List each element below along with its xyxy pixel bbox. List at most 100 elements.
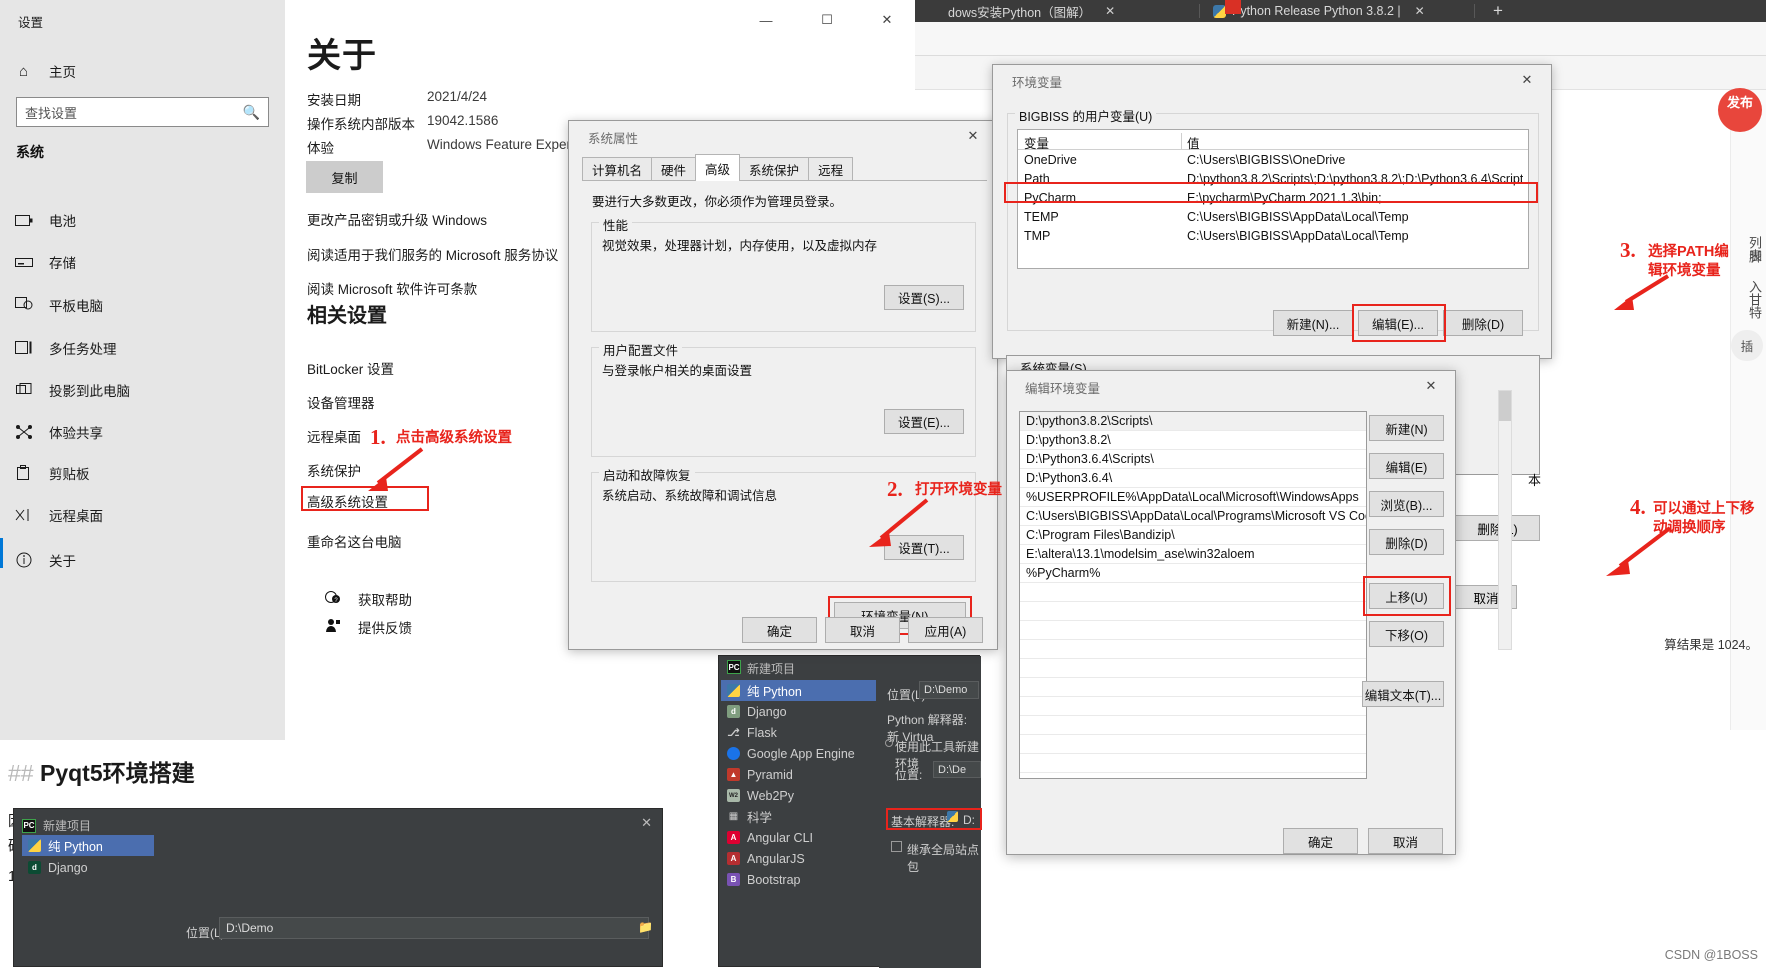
- feedback-link[interactable]: 提供反馈: [325, 617, 412, 637]
- gae-icon: [727, 747, 740, 760]
- pycharm-item-pure-python[interactable]: 纯 Python: [721, 680, 876, 701]
- sysprops-cancel-button[interactable]: 取消: [825, 617, 900, 643]
- list-item-empty[interactable]: [1020, 602, 1366, 621]
- position-field[interactable]: D:\De: [933, 761, 981, 778]
- sysprops-ok-button[interactable]: 确定: [742, 617, 817, 643]
- inherit-globals-checkbox[interactable]: [891, 841, 902, 852]
- sysprops-apply-button[interactable]: 应用(A): [908, 617, 983, 643]
- performance-settings-button[interactable]: 设置(S)...: [884, 285, 964, 310]
- get-help-link[interactable]: ? 获取帮助: [325, 589, 412, 609]
- services-agreement-link[interactable]: 阅读适用于我们服务的 Microsoft 服务协议: [307, 244, 558, 264]
- tab-remote[interactable]: 远程: [808, 157, 854, 181]
- close-icon[interactable]: ✕: [641, 815, 652, 831]
- new-env-radio[interactable]: [885, 739, 893, 747]
- location-field[interactable]: D:\Demo: [919, 681, 979, 699]
- system-protection-link[interactable]: 系统保护: [307, 460, 361, 480]
- sidebar-item-clipboard[interactable]: 剪贴板: [14, 458, 90, 488]
- list-item-empty[interactable]: [1020, 659, 1366, 678]
- list-item[interactable]: C:\Users\BIGBISS\AppData\Local\Programs\…: [1020, 507, 1366, 526]
- search-input[interactable]: 查找设置 🔍: [16, 97, 269, 127]
- remote-desktop-link[interactable]: 远程桌面: [307, 426, 361, 446]
- list-item[interactable]: D:\python3.8.2\: [1020, 431, 1366, 450]
- pycharm-item-django[interactable]: d Django: [721, 701, 876, 722]
- change-product-key-link[interactable]: 更改产品密钥或升级 Windows: [307, 209, 487, 229]
- editenv-ok-button[interactable]: 确定: [1283, 828, 1358, 854]
- sidebar-item-share[interactable]: 体验共享: [14, 417, 103, 447]
- sidebar-item-tablet[interactable]: 平板电脑: [14, 290, 103, 320]
- pycharm-item-pyramid[interactable]: ▲ Pyramid: [721, 764, 876, 785]
- close-icon[interactable]: ✕: [953, 124, 993, 148]
- tab-computer-name[interactable]: 计算机名: [582, 157, 653, 181]
- list-item-empty[interactable]: [1020, 697, 1366, 716]
- editenv-cancel-button[interactable]: 取消: [1368, 828, 1443, 854]
- sidebar-item-project[interactable]: 投影到此电脑: [14, 375, 130, 405]
- sidebar-item-battery[interactable]: 电池: [14, 205, 76, 235]
- maximize-button[interactable]: ☐: [806, 6, 848, 34]
- folder-icon[interactable]: 📁: [638, 920, 653, 934]
- rename-pc-link[interactable]: 重命名这台电脑: [307, 531, 402, 551]
- path-browse-button[interactable]: 浏览(B)...: [1369, 491, 1444, 517]
- list-item-empty[interactable]: [1020, 678, 1366, 697]
- list-item-empty[interactable]: [1020, 583, 1366, 602]
- rail-pill-button[interactable]: 插: [1731, 330, 1763, 361]
- sidebar-item-home[interactable]: ⌂ 主页: [14, 56, 76, 86]
- tab-advanced[interactable]: 高级: [695, 154, 741, 181]
- list-item-empty[interactable]: [1020, 640, 1366, 659]
- pycharm-item-science[interactable]: ▦ 科学: [721, 806, 876, 827]
- sidebar-item-storage[interactable]: 存储: [14, 247, 76, 277]
- path-edit-text-button[interactable]: 编辑文本(T)...: [1362, 681, 1444, 707]
- path-edit-button[interactable]: 编辑(E): [1369, 453, 1444, 479]
- list-item[interactable]: D:\Python3.6.4\: [1020, 469, 1366, 488]
- tab-hardware[interactable]: 硬件: [651, 157, 697, 181]
- publish-button[interactable]: 发布: [1718, 88, 1762, 132]
- minimize-button[interactable]: —: [745, 6, 787, 34]
- list-item-empty[interactable]: [1020, 735, 1366, 754]
- env-delete-button[interactable]: 删除(D): [1443, 310, 1523, 336]
- pycharm-item-angular-cli[interactable]: A Angular CLI: [721, 827, 876, 848]
- pycharm-item-web2py[interactable]: W2 Web2Py: [721, 785, 876, 806]
- pycharm-item-bootstrap[interactable]: B Bootstrap: [721, 869, 876, 890]
- list-item[interactable]: %USERPROFILE%\AppData\Local\Microsoft\Wi…: [1020, 488, 1366, 507]
- pycharm-item-pure-python[interactable]: 纯 Python: [22, 835, 154, 856]
- path-move-down-button[interactable]: 下移(O): [1369, 621, 1444, 647]
- sidebar-item-remote-desktop[interactable]: 远程桌面: [14, 500, 103, 530]
- close-icon[interactable]: ✕: [1415, 4, 1425, 18]
- pycharm-item-gae[interactable]: Google App Engine: [721, 743, 876, 764]
- close-icon[interactable]: ✕: [1105, 4, 1115, 18]
- browser-tab-2[interactable]: Python Release Python 3.8.2 | ✕: [1205, 0, 1475, 22]
- table-row[interactable]: TEMP C:\Users\BIGBISS\AppData\Local\Temp: [1018, 208, 1528, 227]
- env-new-button[interactable]: 新建(N)...: [1273, 310, 1353, 336]
- pycharm-item-angularjs[interactable]: A AngularJS: [721, 848, 876, 869]
- tab-system-protection[interactable]: 系统保护: [739, 157, 810, 181]
- pycharm-item-django[interactable]: d Django: [22, 857, 154, 878]
- new-tab-button[interactable]: +: [1485, 0, 1511, 22]
- editenv-scrollbar-track[interactable]: [1498, 390, 1512, 650]
- list-item-empty[interactable]: [1020, 621, 1366, 640]
- table-row[interactable]: TMP C:\Users\BIGBISS\AppData\Local\Temp: [1018, 227, 1528, 246]
- list-item[interactable]: E:\altera\13.1\modelsim_ase\win32aloem: [1020, 545, 1366, 564]
- list-item[interactable]: D:\Python3.6.4\Scripts\: [1020, 450, 1366, 469]
- path-new-button[interactable]: 新建(N): [1369, 415, 1444, 441]
- close-icon[interactable]: ✕: [1411, 374, 1451, 398]
- pycharm-item-flask[interactable]: ⎇ Flask: [721, 722, 876, 743]
- list-item-empty[interactable]: [1020, 716, 1366, 735]
- license-terms-link[interactable]: 阅读 Microsoft 软件许可条款: [307, 278, 477, 298]
- close-button[interactable]: ✕: [866, 6, 908, 34]
- sidebar-item-multitask[interactable]: 多任务处理: [14, 333, 117, 363]
- path-delete-button[interactable]: 删除(D): [1369, 529, 1444, 555]
- list-item[interactable]: C:\Program Files\Bandizip\: [1020, 526, 1366, 545]
- location-field[interactable]: D:\Demo: [219, 917, 649, 939]
- copy-button[interactable]: 复制: [306, 161, 383, 193]
- close-icon[interactable]: ✕: [1507, 68, 1547, 92]
- user-profile-settings-button[interactable]: 设置(E)...: [884, 409, 964, 434]
- bitlocker-link[interactable]: BitLocker 设置: [307, 358, 394, 378]
- sidebar-item-about[interactable]: 关于: [14, 545, 76, 575]
- editenv-scrollbar-thumb[interactable]: [1499, 391, 1511, 421]
- path-entries-list[interactable]: D:\python3.8.2\Scripts\ D:\python3.8.2\ …: [1019, 411, 1367, 779]
- list-item-empty[interactable]: [1020, 754, 1366, 773]
- device-manager-link[interactable]: 设备管理器: [307, 392, 375, 412]
- table-row[interactable]: OneDrive C:\Users\BIGBISS\OneDrive: [1018, 151, 1528, 170]
- list-item[interactable]: %PyCharm%: [1020, 564, 1366, 583]
- list-item[interactable]: D:\python3.8.2\Scripts\: [1020, 412, 1366, 431]
- browser-tab-1[interactable]: dows安装Python（图解） ✕: [940, 0, 1200, 22]
